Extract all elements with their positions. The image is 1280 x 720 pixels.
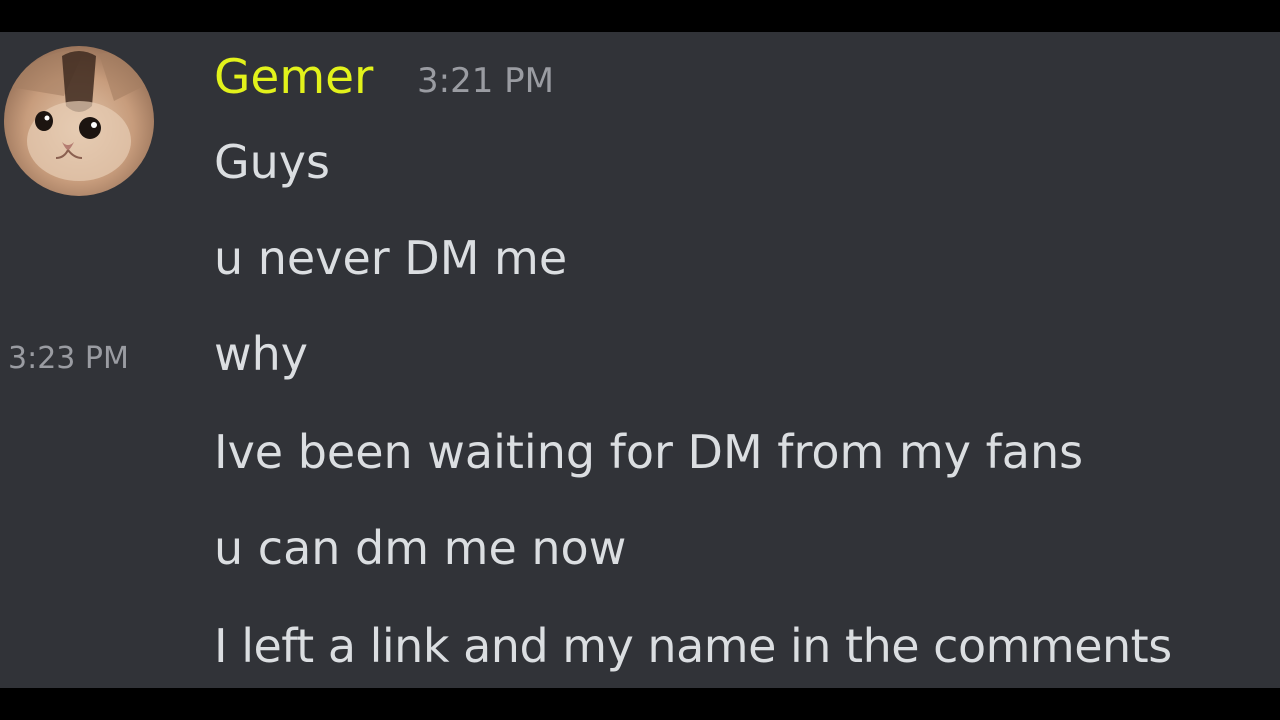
message-text: u never DM me xyxy=(214,231,568,285)
message-text: u can dm me now xyxy=(214,521,627,575)
message-text: I left a link and my name in the comment… xyxy=(214,619,1172,673)
message-text: Ive been waiting for DM from my fans xyxy=(214,425,1084,479)
screenshot-frame: Gemer 3:21 PM Guys u never DM me 3:23 PM… xyxy=(0,0,1280,720)
username[interactable]: Gemer xyxy=(214,48,373,108)
hover-timestamp: 3:23 PM xyxy=(8,341,129,376)
message-text: Guys xyxy=(214,135,330,189)
user-avatar[interactable] xyxy=(4,46,154,196)
message-text: why xyxy=(214,327,308,381)
message-timestamp: 3:21 PM xyxy=(417,61,554,101)
chat-message-area[interactable]: Gemer 3:21 PM Guys u never DM me 3:23 PM… xyxy=(0,32,1280,688)
kitten-avatar-icon xyxy=(4,46,154,196)
